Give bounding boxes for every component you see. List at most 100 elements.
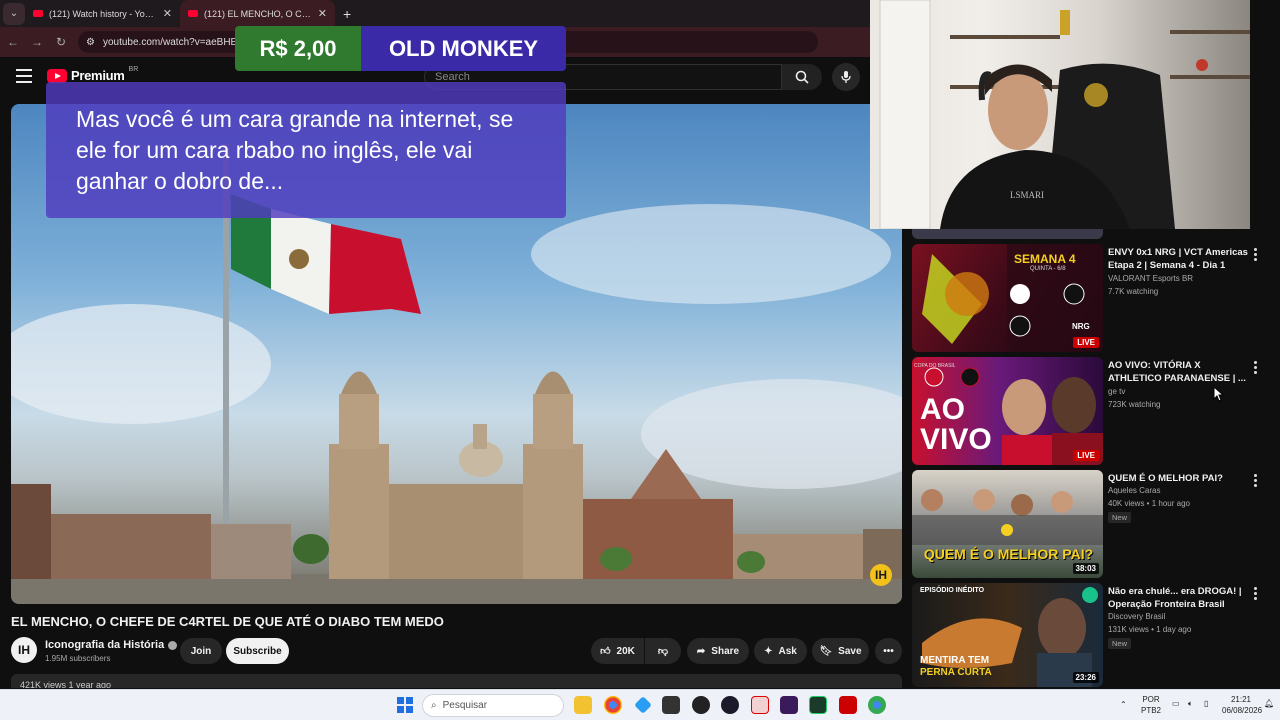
donor-name: OLD MONKEY: [361, 26, 566, 71]
sidebar-video-title[interactable]: ENVY 0x1 NRG | VCT Americas Etapa 2 | Se…: [1108, 246, 1248, 272]
youtube-play-icon: [47, 68, 67, 83]
tab-search-button[interactable]: ⌄: [3, 2, 25, 25]
logo-text: Premium: [71, 68, 125, 83]
channel-name[interactable]: Iconografia da História: [45, 639, 178, 651]
channel-watermark: IH: [870, 564, 892, 586]
voice-search-button[interactable]: [832, 63, 860, 91]
subscribe-label: Subscribe: [233, 645, 282, 657]
search-button[interactable]: [782, 64, 822, 90]
more-actions-button[interactable]: •••: [875, 638, 902, 664]
sidebar-video-item[interactable]: EPISÓDIO INÉDITO MENTIRA TEM PERNA CURTA…: [912, 583, 1264, 687]
webcam-frame: LSMARI: [870, 0, 1250, 229]
file-explorer-icon[interactable]: [574, 696, 592, 714]
app-icon-cube[interactable]: [662, 696, 680, 714]
taskbar-search-input[interactable]: ⌕ Pesquisar: [422, 694, 564, 717]
battery-icon[interactable]: ▯: [1204, 698, 1208, 709]
video-duration: 23:26: [1072, 672, 1099, 683]
donation-message: Mas você é um cara grande na internet, s…: [46, 82, 566, 218]
more-vertical-icon[interactable]: [1254, 248, 1258, 263]
keyboard-layout: PTB2: [1141, 706, 1162, 715]
join-button[interactable]: Join: [180, 638, 222, 664]
back-arrow-icon[interactable]: ←: [6, 35, 20, 49]
thumb-headline: SEMANA 4: [1014, 252, 1076, 266]
subscribe-button[interactable]: Subscribe: [226, 638, 289, 664]
like-button[interactable]: 👍︎ 20K: [591, 638, 644, 664]
volume-icon[interactable]: 🔈︎: [1188, 698, 1193, 709]
share-button[interactable]: ➦ Share: [687, 638, 749, 664]
video-thumbnail[interactable]: QUEM É O MELHOR PAI? 38:03: [912, 470, 1103, 578]
more-vertical-icon[interactable]: [1254, 474, 1258, 489]
app-icon-terminal[interactable]: [809, 696, 827, 714]
sidebar-channel-name[interactable]: Aqueles Caras: [1108, 486, 1160, 495]
menu-icon[interactable]: [16, 69, 32, 83]
video-thumbnail[interactable]: COPA DO BRASIL AO VIVO LIVE: [912, 357, 1103, 465]
clock-date: 06/08/2026: [1222, 706, 1263, 715]
app-icon-arrow[interactable]: [721, 696, 739, 714]
sidebar-video-meta: 40K views • 1 hour ago: [1108, 499, 1190, 508]
tab-watch-history[interactable]: (121) Watch history - YouTube ✕: [25, 0, 180, 27]
live-badge: LIVE: [1073, 337, 1099, 348]
app-icon-diamond[interactable]: [634, 696, 652, 714]
partial-thumbnail: [912, 229, 1103, 239]
ask-label: Ask: [778, 645, 797, 657]
network-icon[interactable]: ▭: [1172, 698, 1180, 709]
sidebar-video-item[interactable]: SEMANA 4 QUINTA - 6/8 NRG LIVE ENVY 0x1 …: [912, 244, 1264, 352]
app-icon-notes[interactable]: [751, 696, 769, 714]
more-vertical-icon[interactable]: [1254, 587, 1258, 602]
reload-icon[interactable]: ↻: [54, 35, 68, 49]
tab-el-mencho[interactable]: (121) EL MENCHO, O CHEFE DE C4RTEL ✕: [180, 0, 335, 27]
windows-start-icon[interactable]: [397, 697, 413, 713]
tab-close-icon[interactable]: ✕: [163, 7, 172, 20]
tab-close-icon[interactable]: ✕: [318, 7, 327, 20]
sidebar-video-item[interactable]: QUEM É O MELHOR PAI? 38:03 QUEM É O MELH…: [912, 470, 1264, 578]
more-vertical-icon[interactable]: [1254, 361, 1258, 376]
like-count: 20K: [616, 645, 635, 657]
thumb-subline: EPISÓDIO INÉDITO: [920, 587, 985, 594]
description-box[interactable]: 421K views 1 year ago: [11, 674, 902, 688]
sidebar-video-meta: 7.7K watching: [1108, 287, 1159, 296]
sidebar-video-item[interactable]: COPA DO BRASIL AO VIVO LIVE AO VIVO: VIT…: [912, 357, 1264, 465]
obs-icon[interactable]: [692, 696, 710, 714]
share-icon: ➦: [696, 645, 706, 657]
save-button[interactable]: 🔖︎ Save: [812, 638, 869, 664]
language-code: POR: [1142, 695, 1160, 704]
sidebar-channel-name[interactable]: ge tv: [1108, 387, 1125, 396]
chrome-icon[interactable]: [604, 696, 622, 714]
subscriber-count: 1.95M subscribers: [45, 654, 111, 663]
chrome-profile-icon[interactable]: [868, 696, 886, 714]
clock[interactable]: 21:21 06/08/2026: [1222, 694, 1263, 716]
screen: ⌄ (121) Watch history - YouTube ✕ (121) …: [0, 0, 1280, 720]
streamer-webcam: LSMARI: [870, 0, 1250, 229]
dislike-button[interactable]: 👎︎: [645, 638, 681, 664]
notification-bell-icon[interactable]: 🔔︎: [1264, 698, 1274, 709]
sidebar-channel-name[interactable]: Discovery Brasil: [1108, 612, 1165, 621]
sparkle-icon: ✦: [764, 645, 773, 657]
youtube-logo[interactable]: Premium BR: [47, 66, 138, 83]
video-thumbnail[interactable]: SEMANA 4 QUINTA - 6/8 NRG LIVE: [912, 244, 1103, 352]
new-tab-button[interactable]: +: [343, 6, 351, 22]
sidebar-channel-name[interactable]: VALORANT Esports BR: [1108, 274, 1193, 283]
video-duration: 38:03: [1072, 563, 1099, 574]
thumb-subline: QUINTA - 6/8: [1030, 266, 1066, 272]
sidebar-video-title[interactable]: Não era chulé... era DROGA! | Operação F…: [1108, 585, 1248, 611]
sidebar-video-title[interactable]: QUEM É O MELHOR PAI?: [1108, 472, 1248, 485]
more-horizontal-icon: •••: [883, 645, 894, 657]
verified-check-icon: [168, 640, 178, 650]
video-title: EL MENCHO, O CHEFE DE C4RTEL DE QUE ATÉ …: [11, 614, 444, 629]
youtube-favicon-icon: [188, 10, 198, 17]
new-badge: New: [1108, 638, 1132, 649]
site-info-icon[interactable]: ⚙: [86, 37, 95, 48]
sidebar-video-title[interactable]: AO VIVO: VITÓRIA X ATHLETICO PARANAENSE …: [1108, 359, 1248, 385]
new-badge: New: [1108, 512, 1132, 523]
video-thumbnail[interactable]: EPISÓDIO INÉDITO MENTIRA TEM PERNA CURTA…: [912, 583, 1103, 687]
channel-avatar[interactable]: IH: [11, 637, 37, 663]
tray-overflow-icon[interactable]: ⌃: [1120, 699, 1127, 710]
app-icon-red[interactable]: [839, 696, 857, 714]
mouse-cursor-icon: [1213, 386, 1225, 402]
forward-arrow-icon[interactable]: →: [30, 35, 44, 49]
ask-button[interactable]: ✦ Ask: [754, 638, 807, 664]
views-line: 421K views 1 year ago: [20, 680, 112, 688]
thumb-team: NRG: [1072, 322, 1090, 331]
language-indicator[interactable]: POR PTB2: [1141, 694, 1161, 716]
app-icon-next[interactable]: [780, 696, 798, 714]
